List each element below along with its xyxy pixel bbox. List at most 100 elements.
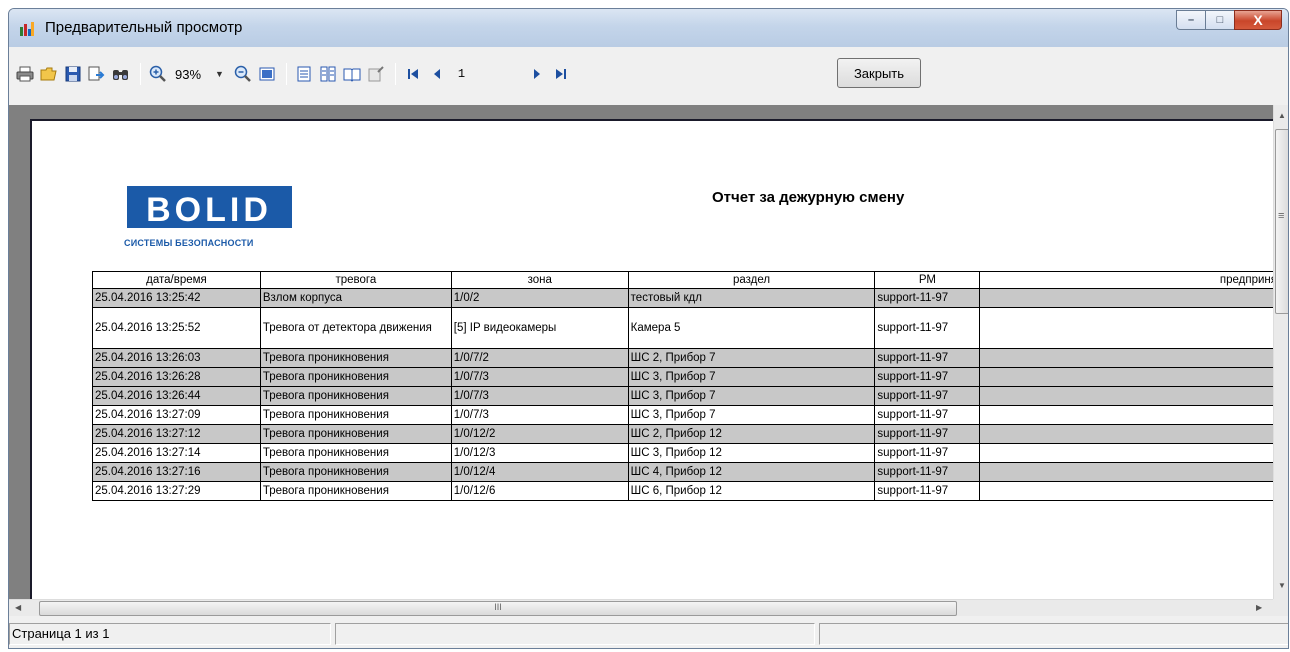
cell-alarm: Тревога проникновения xyxy=(259,481,452,501)
cell-zone: 1/0/7/3 xyxy=(450,386,629,406)
vertical-scrollbar[interactable]: ▲ ≡ ▼ xyxy=(1273,105,1288,599)
scrollbar-corner xyxy=(1273,599,1288,616)
cell-datetime: 25.04.2016 13:26:44 xyxy=(92,386,261,406)
cell-zone: 1/0/2 xyxy=(450,288,629,308)
scroll-down-icon[interactable]: ▼ xyxy=(1278,581,1286,590)
cell-section: ШС 3, Прибор 7 xyxy=(627,405,876,425)
table-row: 25.04.2016 13:27:29 Тревога проникновени… xyxy=(92,481,1273,501)
find-icon[interactable] xyxy=(110,63,132,85)
report-table: дата/время тревога зона раздел РМ предпр… xyxy=(92,271,1273,501)
cell-zone: 1/0/7/2 xyxy=(450,348,629,368)
cell-zone: 1/0/7/3 xyxy=(450,405,629,425)
close-icon: X xyxy=(1253,12,1263,28)
cell-action xyxy=(979,386,1273,406)
single-page-icon[interactable] xyxy=(293,63,315,85)
cell-datetime: 25.04.2016 13:25:42 xyxy=(92,288,261,308)
print-icon[interactable] xyxy=(14,63,36,85)
next-page-icon[interactable] xyxy=(526,63,548,85)
cell-datetime: 25.04.2016 13:26:03 xyxy=(92,348,261,368)
cell-alarm: Тревога от детектора движения xyxy=(259,307,452,349)
cell-workstation: support-11-97 xyxy=(874,288,981,308)
cell-workstation: support-11-97 xyxy=(874,348,981,368)
table-header-row: дата/время тревога зона раздел РМ предпр… xyxy=(92,271,1273,289)
report-page: BOLID СИСТЕМЫ БЕЗОПАСНОСТИ Отчет за дежу… xyxy=(30,119,1273,599)
minimize-button[interactable]: – xyxy=(1176,10,1205,30)
close-window-button[interactable]: X xyxy=(1234,10,1282,30)
save-icon[interactable] xyxy=(62,63,84,85)
scroll-left-icon[interactable]: ◀ xyxy=(15,603,21,612)
cell-section: ШС 2, Прибор 12 xyxy=(627,424,876,444)
zoom-out-icon[interactable] xyxy=(232,63,254,85)
cell-alarm: Тревога проникновения xyxy=(259,348,452,368)
cell-alarm: Тревога проникновения xyxy=(259,462,452,482)
cell-datetime: 25.04.2016 13:27:12 xyxy=(92,424,261,444)
cell-alarm: Тревога проникновения xyxy=(259,367,452,387)
maximize-button[interactable]: □ xyxy=(1205,10,1234,30)
cell-alarm: Тревога проникновения xyxy=(259,386,452,406)
cell-workstation: support-11-97 xyxy=(874,462,981,482)
column-header-workstation: РМ xyxy=(874,271,981,289)
status-bar: Страница 1 из 1 xyxy=(9,617,1288,648)
table-row: 25.04.2016 13:27:16 Тревога проникновени… xyxy=(92,462,1273,482)
preview-area[interactable]: BOLID СИСТЕМЫ БЕЗОПАСНОСТИ Отчет за дежу… xyxy=(9,105,1273,599)
full-page-icon[interactable] xyxy=(256,63,278,85)
cell-section: ШС 4, Прибор 12 xyxy=(627,462,876,482)
minimize-icon: – xyxy=(1187,14,1195,26)
zoom-select[interactable]: 93% xyxy=(175,67,215,82)
logo-subtitle: СИСТЕМЫ БЕЗОПАСНОСТИ xyxy=(124,238,254,248)
vertical-scroll-thumb[interactable]: ≡ xyxy=(1275,129,1288,314)
horizontal-scrollbar[interactable]: ◀ III ▶ xyxy=(9,599,1273,616)
open-icon[interactable] xyxy=(38,63,60,85)
toolbar-separator xyxy=(394,63,396,85)
page-number-input[interactable] xyxy=(453,64,514,84)
cell-workstation: support-11-97 xyxy=(874,481,981,501)
column-header-action: предприня xyxy=(979,271,1273,289)
table-row: 25.04.2016 13:26:03 Тревога проникновени… xyxy=(92,348,1273,368)
scroll-grip-icon: III xyxy=(494,602,502,612)
column-header-alarm: тревога xyxy=(259,271,452,289)
toolbar: 93% ▼ З xyxy=(9,55,1288,93)
cell-action xyxy=(979,288,1273,308)
cell-zone: 1/0/12/3 xyxy=(450,443,629,463)
book-icon[interactable] xyxy=(341,63,363,85)
report-app-icon xyxy=(20,22,34,36)
preview-window: Предварительный просмотр – □ X 93% ▼ 1 З… xyxy=(8,8,1289,649)
maximize-icon: □ xyxy=(1216,14,1224,26)
toolbar-separator xyxy=(140,63,141,85)
status-panel xyxy=(819,623,1288,645)
prev-page-icon[interactable] xyxy=(426,63,448,85)
cell-datetime: 25.04.2016 13:26:28 xyxy=(92,367,261,387)
cell-zone: 1/0/12/2 xyxy=(450,424,629,444)
table-row: 25.04.2016 13:25:42 Взлом корпуса 1/0/2 … xyxy=(92,288,1273,308)
cell-section: Камера 5 xyxy=(627,307,876,349)
scroll-up-icon[interactable]: ▲ xyxy=(1278,111,1286,120)
last-page-icon[interactable] xyxy=(550,63,572,85)
chevron-down-icon[interactable]: ▼ xyxy=(215,69,224,79)
table-row: 25.04.2016 13:26:44 Тревога проникновени… xyxy=(92,386,1273,406)
cell-alarm: Взлом корпуса xyxy=(259,288,452,308)
cell-action xyxy=(979,307,1273,349)
table-row: 25.04.2016 13:27:14 Тревога проникновени… xyxy=(92,443,1273,463)
edit-page-icon[interactable] xyxy=(365,63,387,85)
scroll-grip-icon: ≡ xyxy=(1278,210,1285,222)
table-row: 25.04.2016 13:25:52 Тревога от детектора… xyxy=(92,307,1273,349)
zoom-in-icon[interactable] xyxy=(147,63,169,85)
cell-section: ШС 3, Прибор 7 xyxy=(627,367,876,387)
cell-zone: [5] IP видеокамеры xyxy=(450,307,629,349)
table-row: 25.04.2016 13:27:09 Тревога проникновени… xyxy=(92,405,1273,425)
cell-workstation: support-11-97 xyxy=(874,424,981,444)
cell-zone: 1/0/12/4 xyxy=(450,462,629,482)
cell-zone: 1/0/7/3 xyxy=(450,367,629,387)
horizontal-scroll-thumb[interactable]: III xyxy=(39,601,957,616)
scroll-right-icon[interactable]: ▶ xyxy=(1256,603,1262,612)
first-page-icon[interactable] xyxy=(402,63,424,85)
multi-page-icon[interactable] xyxy=(317,63,339,85)
cell-action xyxy=(979,424,1273,444)
cell-alarm: Тревога проникновения xyxy=(259,424,452,444)
title-bar[interactable]: Предварительный просмотр – □ X xyxy=(9,9,1288,47)
export-icon[interactable] xyxy=(86,63,108,85)
table-row: 25.04.2016 13:26:28 Тревога проникновени… xyxy=(92,367,1273,387)
close-preview-button[interactable]: Закрыть xyxy=(837,58,921,88)
cell-section: тестовый кдл xyxy=(627,288,876,308)
column-header-section: раздел xyxy=(627,271,876,289)
